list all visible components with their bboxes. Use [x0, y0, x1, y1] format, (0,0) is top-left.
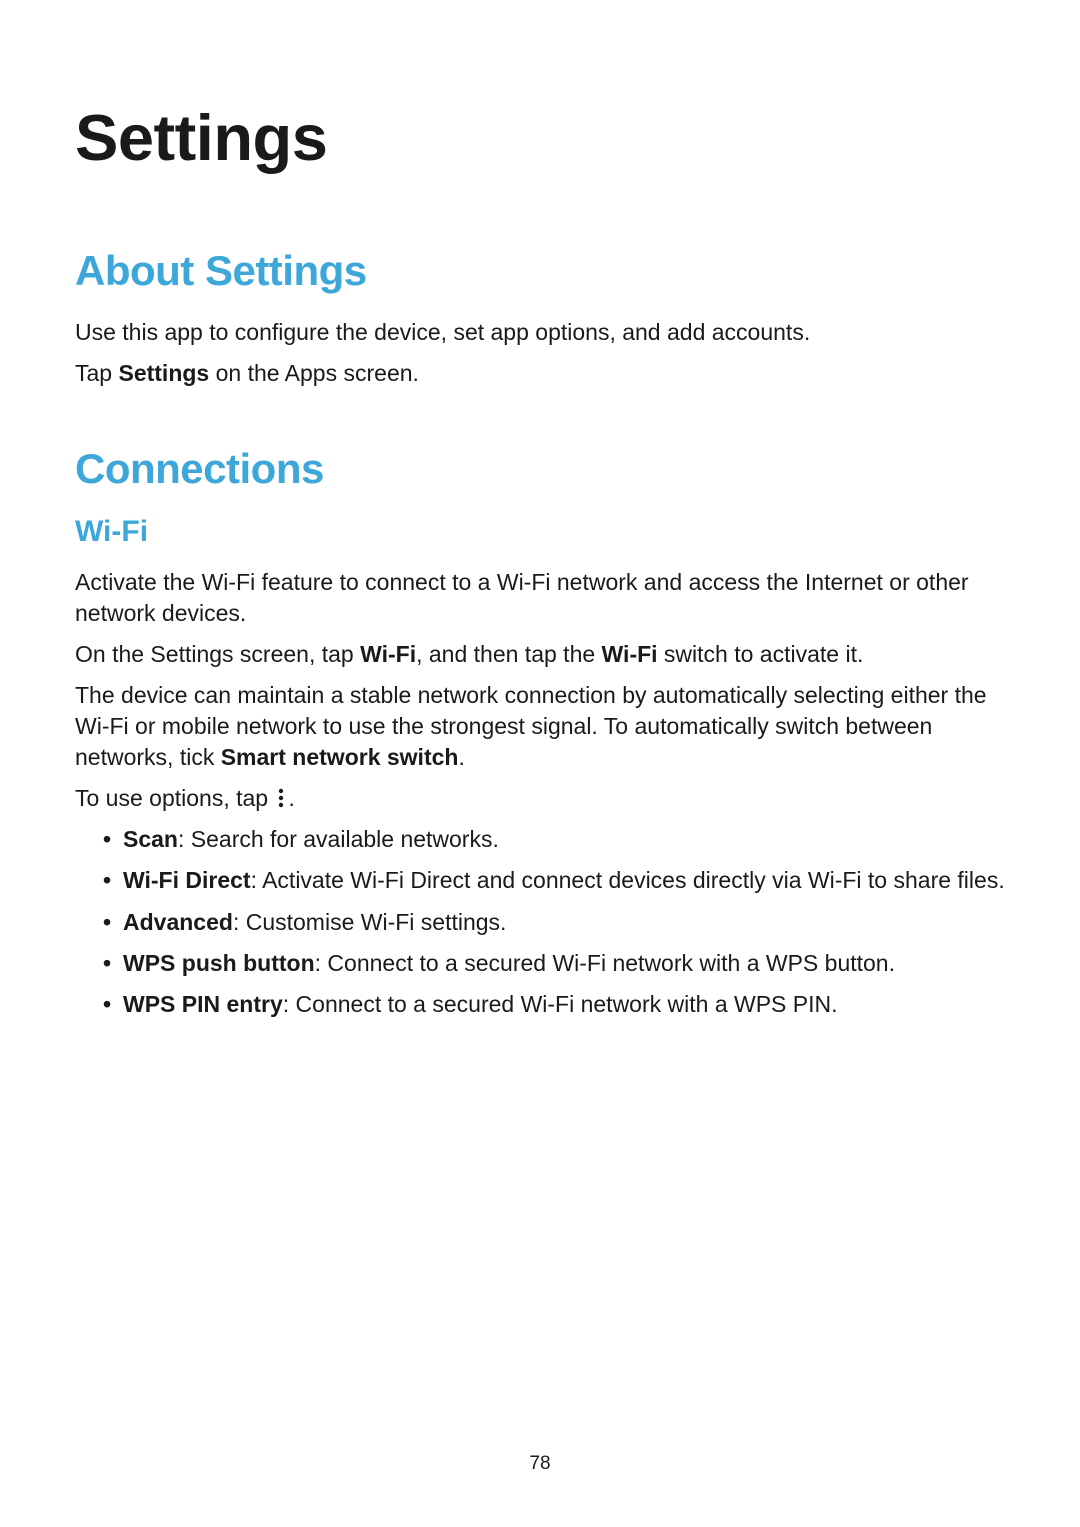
text-segment: switch to activate it.	[658, 641, 864, 667]
wifi-para-2: On the Settings screen, tap Wi-Fi, and t…	[75, 639, 1005, 670]
list-item: Advanced: Customise Wi-Fi settings.	[103, 907, 1005, 938]
option-desc: : Search for available networks.	[178, 826, 499, 852]
option-desc: : Connect to a secured Wi-Fi network wit…	[283, 991, 838, 1017]
chapter-title: Settings	[75, 100, 1005, 175]
more-options-icon	[276, 788, 286, 808]
text-segment: .	[458, 744, 464, 770]
option-desc: : Activate Wi-Fi Direct and connect devi…	[251, 867, 1005, 893]
about-section: About Settings Use this app to configure…	[75, 247, 1005, 389]
bold-smart-network: Smart network switch	[221, 744, 459, 770]
text-segment: On the Settings screen, tap	[75, 641, 360, 667]
list-item: WPS PIN entry: Connect to a secured Wi-F…	[103, 989, 1005, 1020]
wifi-options-list: Scan: Search for available networks. Wi-…	[75, 824, 1005, 1019]
option-name-advanced: Advanced	[123, 909, 233, 935]
text-segment: To use options, tap	[75, 785, 274, 811]
document-page: Settings About Settings Use this app to …	[0, 0, 1080, 1020]
bold-wifi-2: Wi-Fi	[602, 641, 658, 667]
wifi-para-3: The device can maintain a stable network…	[75, 680, 1005, 773]
about-heading: About Settings	[75, 247, 1005, 295]
option-name-wps-push: WPS push button	[123, 950, 315, 976]
about-para-1: Use this app to configure the device, se…	[75, 317, 1005, 348]
list-item: Scan: Search for available networks.	[103, 824, 1005, 855]
option-desc: : Connect to a secured Wi-Fi network wit…	[315, 950, 895, 976]
option-name-scan: Scan	[123, 826, 178, 852]
text-segment: .	[288, 785, 294, 811]
connections-heading: Connections	[75, 445, 1005, 493]
text-segment: Tap	[75, 360, 118, 386]
option-name-wps-pin: WPS PIN entry	[123, 991, 283, 1017]
wifi-para-4: To use options, tap .	[75, 783, 1005, 814]
text-segment: , and then tap the	[416, 641, 601, 667]
page-number: 78	[0, 1453, 1080, 1475]
text-segment: The device can maintain a stable network…	[75, 682, 987, 770]
wifi-heading: Wi-Fi	[75, 515, 1005, 549]
list-item: Wi-Fi Direct: Activate Wi-Fi Direct and …	[103, 865, 1005, 896]
bold-wifi-1: Wi-Fi	[360, 641, 416, 667]
text-segment: on the Apps screen.	[209, 360, 419, 386]
option-desc: : Customise Wi-Fi settings.	[233, 909, 507, 935]
bold-settings: Settings	[118, 360, 209, 386]
connections-section: Connections Wi-Fi Activate the Wi-Fi fea…	[75, 445, 1005, 1020]
wifi-para-1: Activate the Wi-Fi feature to connect to…	[75, 567, 1005, 629]
about-para-2: Tap Settings on the Apps screen.	[75, 358, 1005, 389]
list-item: WPS push button: Connect to a secured Wi…	[103, 948, 1005, 979]
option-name-wifi-direct: Wi-Fi Direct	[123, 867, 251, 893]
